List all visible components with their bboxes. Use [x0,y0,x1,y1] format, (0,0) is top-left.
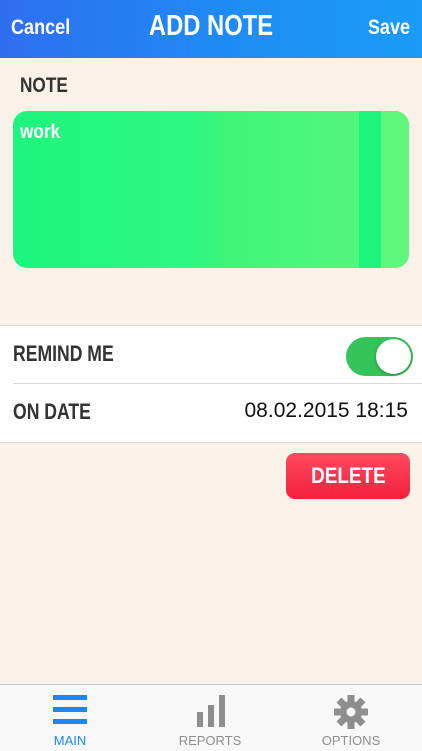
tab-reports-label: REPORTS [178,733,242,748]
gear-icon [334,695,368,729]
tab-options[interactable]: OPTIONS [281,685,421,751]
reminder-settings: REMIND ME ON DATE 08.02.2015 18:15 [0,325,422,443]
on-date-row[interactable]: ON DATE 08.02.2015 18:15 [0,384,422,441]
remind-me-row: REMIND ME [0,326,422,383]
bar-chart-icon [197,695,225,727]
tab-bar: MAIN REPORTS OPTIONS [0,684,422,751]
date-value[interactable]: 08.02.2015 18:15 [245,399,409,423]
note-color-band [381,111,409,268]
tab-main-label: MAIN [53,733,87,748]
toggle-knob [376,339,411,374]
tab-reports[interactable]: REPORTS [140,685,280,751]
page-title: ADD NOTE [148,10,274,42]
note-text-area[interactable]: work [13,111,409,268]
tab-main[interactable]: MAIN [0,685,140,751]
note-section-label: NOTE [20,74,68,97]
remind-me-toggle[interactable] [346,337,413,376]
menu-icon [53,695,87,724]
delete-button[interactable]: DELETE [286,453,410,499]
navigation-bar: Cancel ADD NOTE Save [0,0,422,58]
note-color-band [359,111,381,268]
tab-options-label: OPTIONS [321,733,381,748]
on-date-label: ON DATE [13,399,91,424]
delete-button-label: DELETE [310,463,386,488]
save-button[interactable]: Save [368,16,410,40]
note-text: work [20,121,61,143]
remind-me-label: REMIND ME [13,341,114,366]
